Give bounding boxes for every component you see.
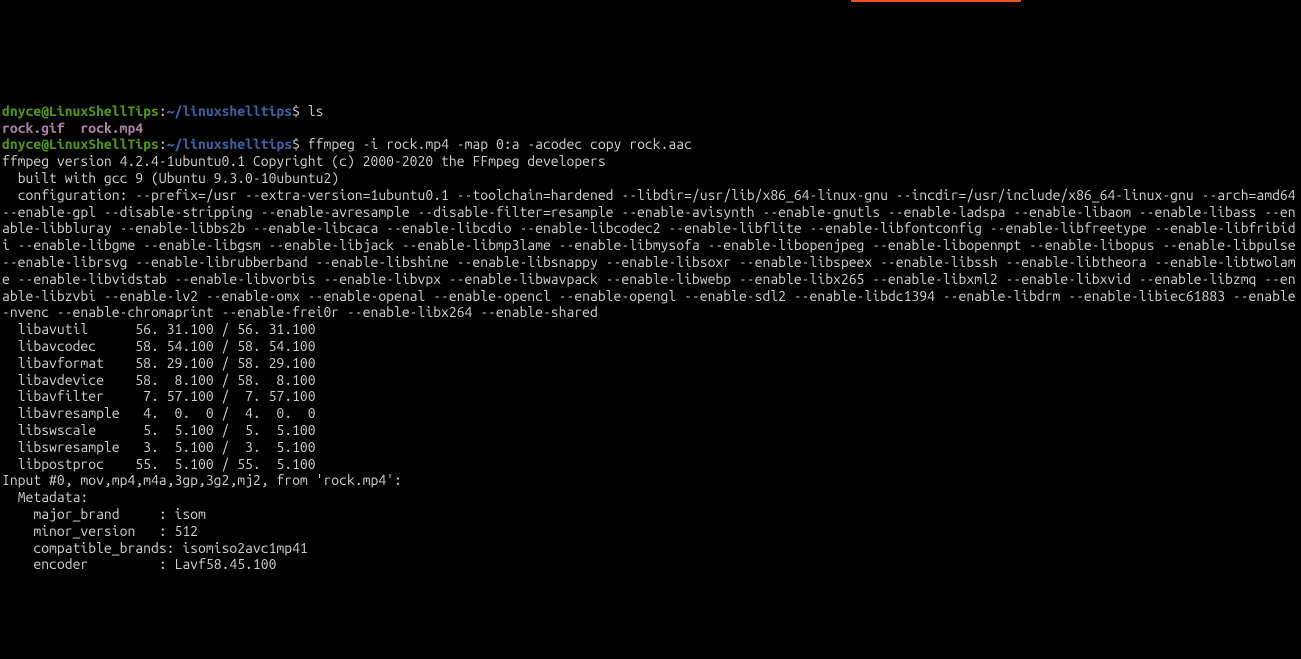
output-libavformat: libavformat 58. 29.100 / 58. 29.100 (2, 355, 1299, 372)
accent-bar (851, 0, 1021, 2)
file-mp4: rock.mp4 (80, 120, 143, 136)
output-libswscale: libswscale 5. 5.100 / 5. 5.100 (2, 422, 1299, 439)
output-metadata-header: Metadata: (2, 489, 1299, 506)
ls-output-line: rock.gif rock.mp4 (2, 120, 1299, 137)
output-input-header: Input #0, mov,mp4,m4a,3gp,3g2,mj2, from … (2, 472, 1299, 489)
output-libavdevice: libavdevice 58. 8.100 / 58. 8.100 (2, 372, 1299, 389)
output-libavresample: libavresample 4. 0. 0 / 4. 0. 0 (2, 405, 1299, 422)
prompt-dollar: $ (292, 103, 308, 119)
output-compatible-brands: compatible_brands: isomiso2avc1mp41 (2, 540, 1299, 557)
output-built-with: built with gcc 9 (Ubuntu 9.3.0-10ubuntu2… (2, 170, 1299, 187)
output-encoder: encoder : Lavf58.45.100 (2, 556, 1299, 573)
prompt-line-1[interactable]: dnyce@LinuxShellTips:~/linuxshelltips$ l… (2, 103, 1299, 120)
output-libpostproc: libpostproc 55. 5.100 / 55. 5.100 (2, 456, 1299, 473)
prompt-path: ~/linuxshelltips (167, 136, 292, 152)
command-ffmpeg: ffmpeg -i rock.mp4 -map 0:a -acodec copy… (308, 136, 692, 152)
prompt-line-2[interactable]: dnyce@LinuxShellTips:~/linuxshelltips$ f… (2, 136, 1299, 153)
output-libavfilter: libavfilter 7. 57.100 / 7. 57.100 (2, 388, 1299, 405)
prompt-path: ~/linuxshelltips (167, 103, 292, 119)
output-minor-version: minor_version : 512 (2, 523, 1299, 540)
output-ffmpeg-version: ffmpeg version 4.2.4-1ubuntu0.1 Copyrigh… (2, 153, 1299, 170)
prompt-user: dnyce@LinuxShellTips (2, 136, 159, 152)
output-libavutil: libavutil 56. 31.100 / 56. 31.100 (2, 321, 1299, 338)
output-major-brand: major_brand : isom (2, 506, 1299, 523)
file-gif: rock.gif (2, 120, 65, 136)
prompt-user: dnyce@LinuxShellTips (2, 103, 159, 119)
file-separator (65, 120, 81, 136)
output-configuration: configuration: --prefix=/usr --extra-ver… (2, 187, 1299, 321)
prompt-colon: : (159, 103, 167, 119)
prompt-colon: : (159, 136, 167, 152)
command-ls: ls (308, 103, 324, 119)
output-libswresample: libswresample 3. 5.100 / 3. 5.100 (2, 439, 1299, 456)
prompt-dollar: $ (292, 136, 308, 152)
output-libavcodec: libavcodec 58. 54.100 / 58. 54.100 (2, 338, 1299, 355)
